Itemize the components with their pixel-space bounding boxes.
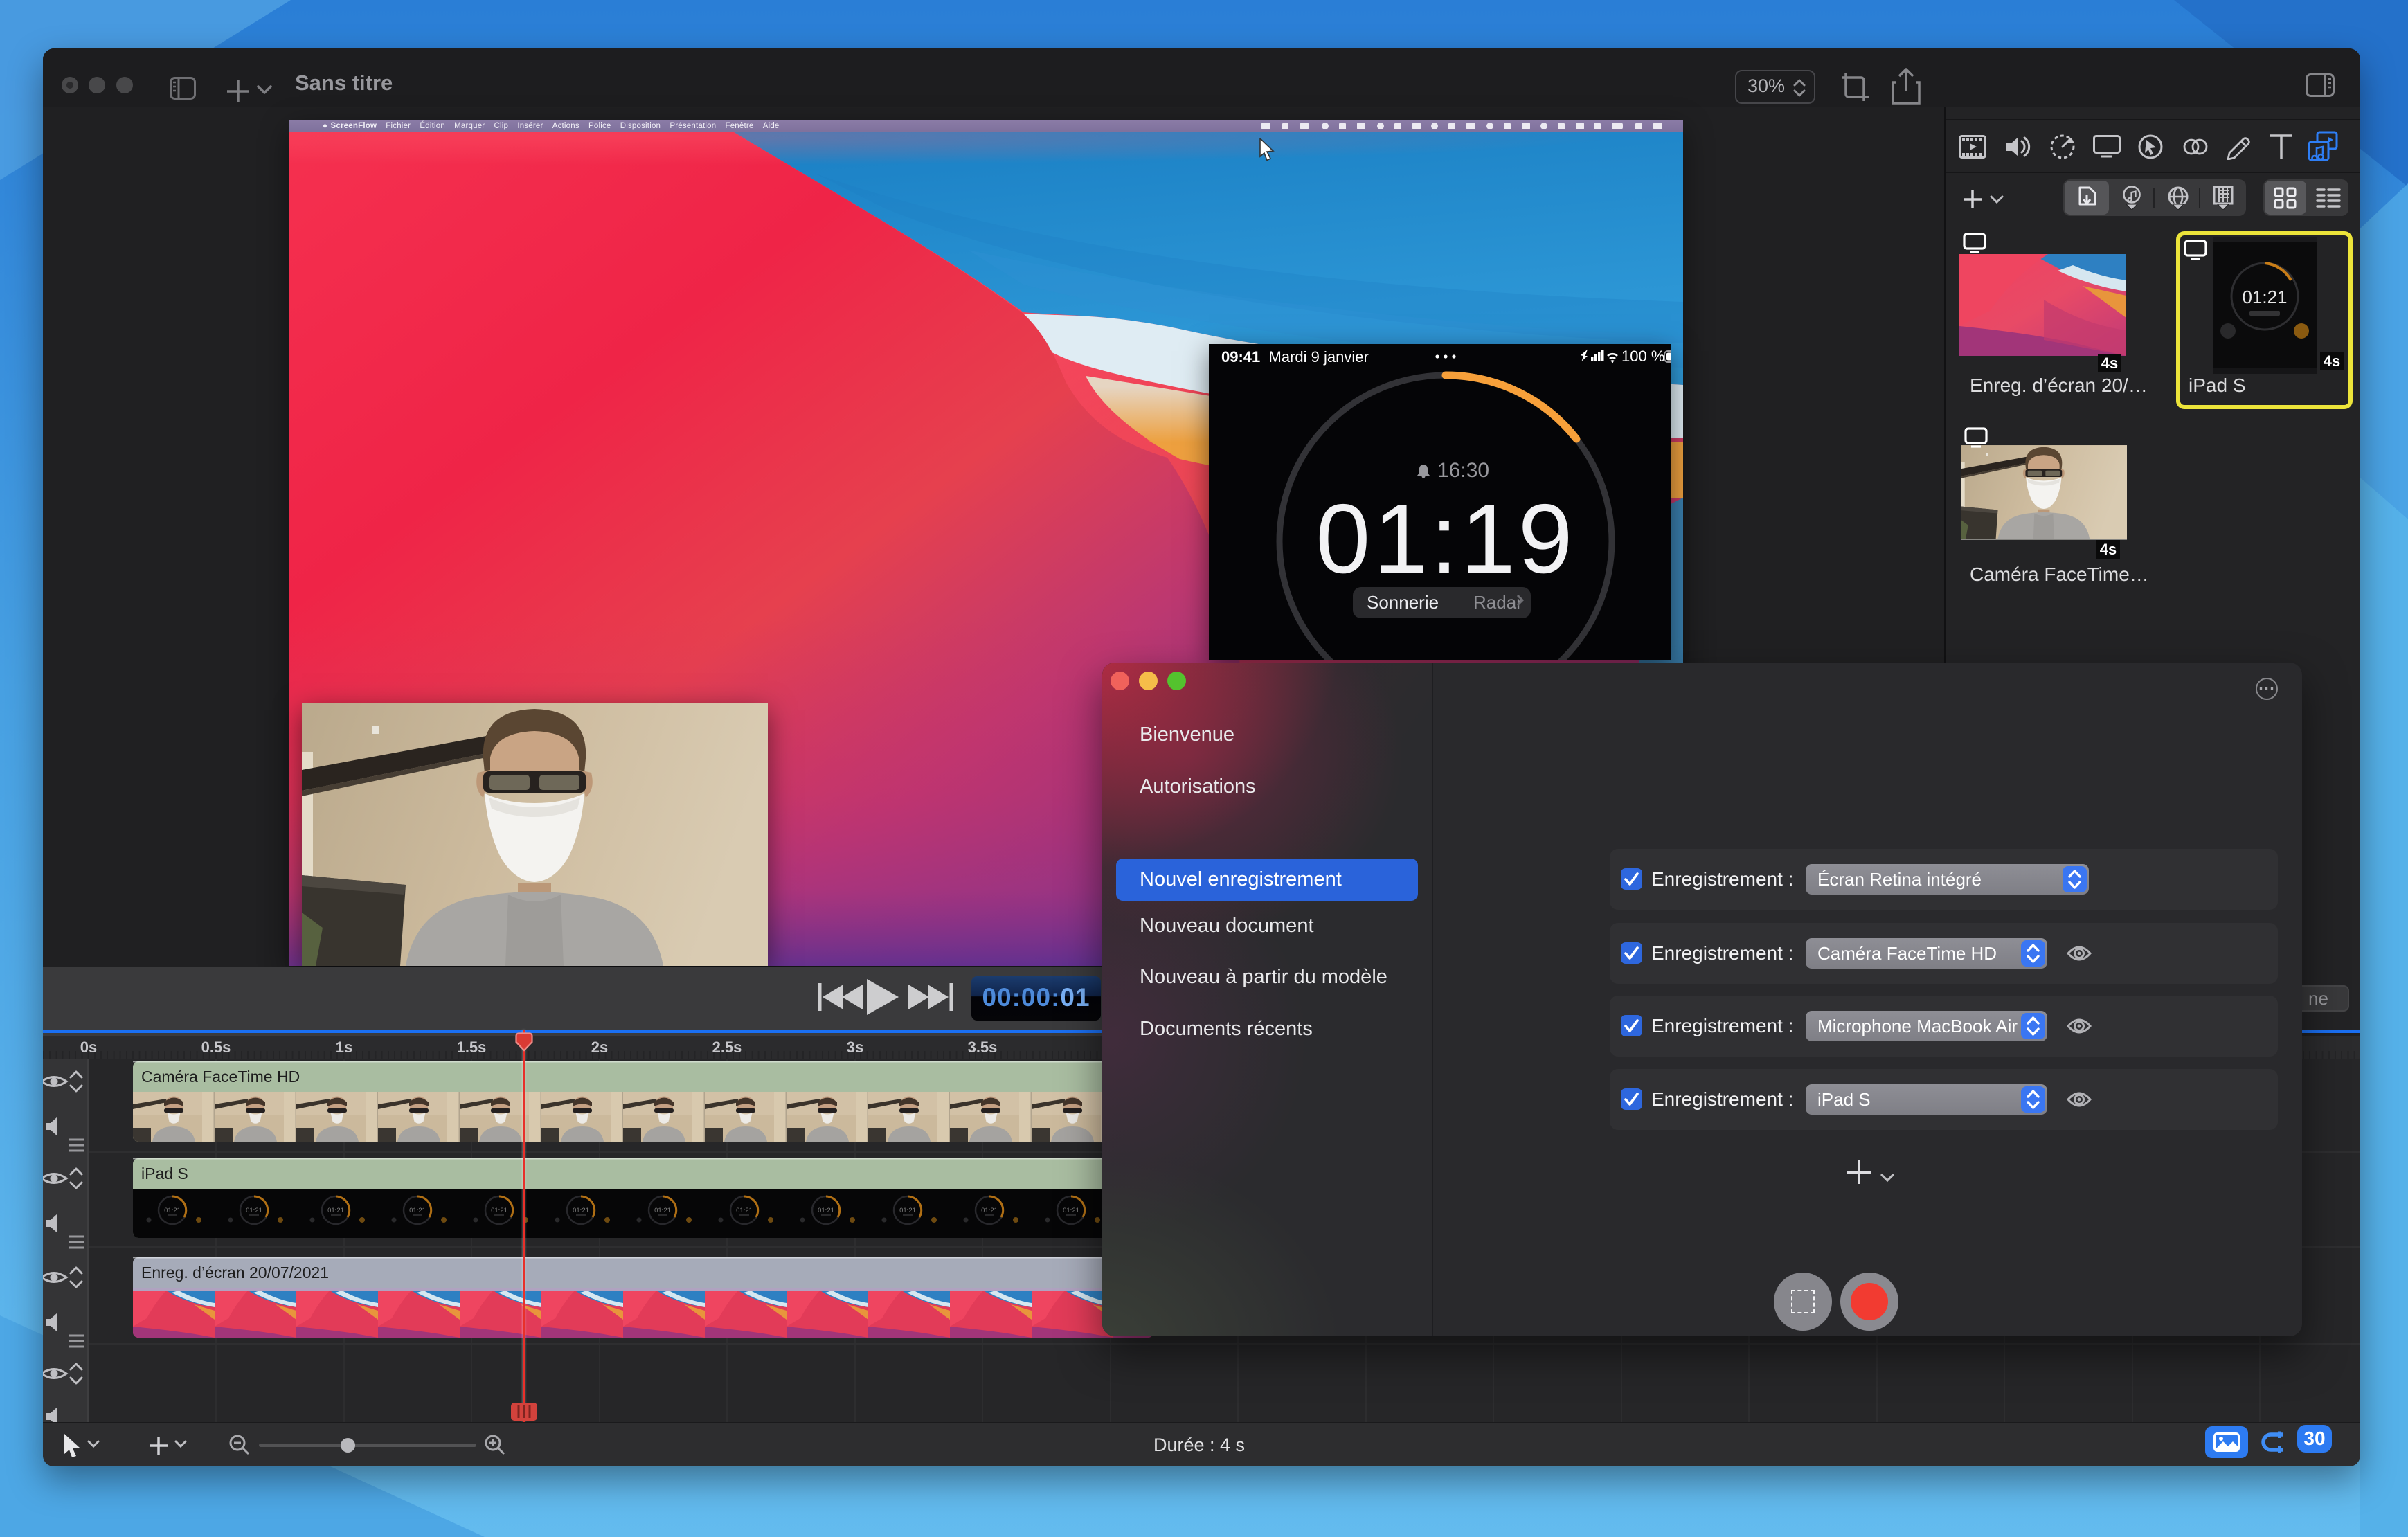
svg-text:iPad S: iPad S <box>141 1165 188 1183</box>
svg-text:01:21: 01:21 <box>2242 287 2287 307</box>
svg-text:Radar: Radar <box>1473 592 1522 613</box>
svg-text:09:41 Mardi 9 janvier: 09:41 Mardi 9 janvier <box>1221 348 1369 366</box>
svg-text:Enreg. d’écran 20/07/2021: Enreg. d’écran 20/07/2021 <box>141 1264 329 1282</box>
svg-text:16:30: 16:30 <box>1437 459 1489 482</box>
svg-text:Caméra FaceTime HD: Caméra FaceTime HD <box>141 1068 300 1086</box>
svg-text:01:19: 01:19 <box>1315 484 1575 594</box>
svg-text:100 %: 100 % <box>1621 348 1664 365</box>
svg-text:Sonnerie: Sonnerie <box>1367 592 1439 613</box>
